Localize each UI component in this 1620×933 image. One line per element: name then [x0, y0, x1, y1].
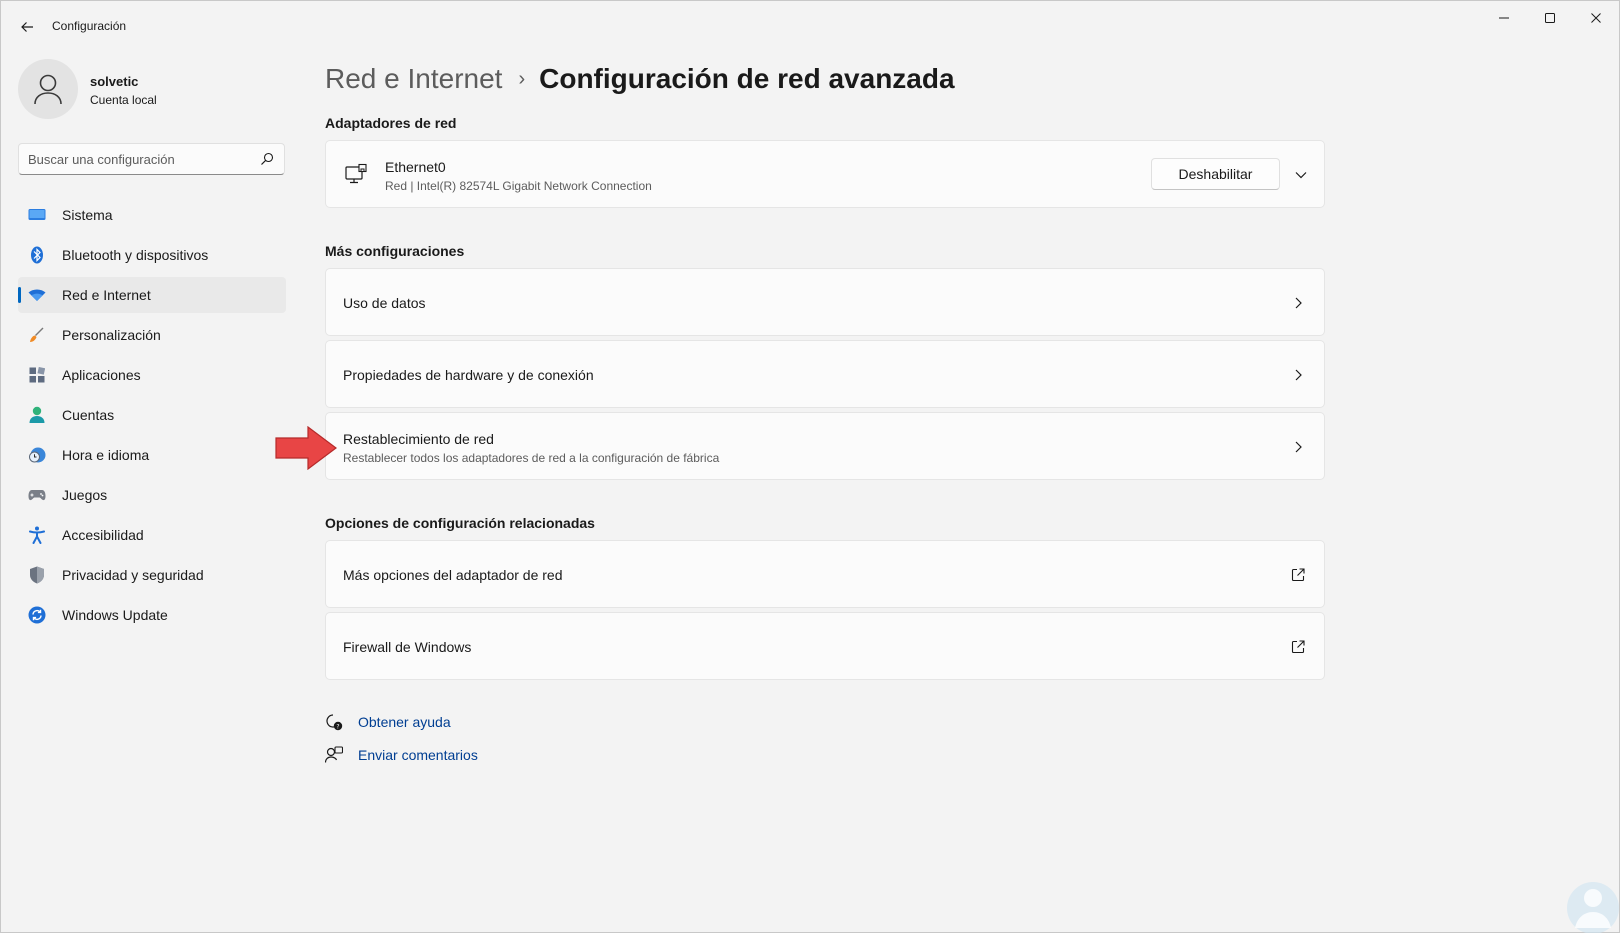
send-feedback-link[interactable]: Enviar comentarios: [358, 747, 478, 763]
row-subtitle: Restablecer todos los adaptadores de red…: [343, 451, 720, 465]
sidebar-item-windows-update[interactable]: Windows Update: [18, 597, 286, 633]
avatar[interactable]: [18, 59, 78, 119]
account-type: Cuenta local: [90, 93, 157, 107]
watermark-logo-icon: [1567, 882, 1619, 933]
svg-text:?: ?: [336, 724, 339, 731]
search-input[interactable]: [28, 144, 248, 174]
breadcrumb-chevron-icon: ›: [518, 67, 526, 90]
close-icon: [1591, 13, 1601, 23]
adapter-card-ethernet0[interactable]: Ethernet0 Red | Intel(R) 82574L Gigabit …: [325, 140, 1325, 208]
title-bar: Configuración: [1, 1, 1619, 51]
restablecimiento-de-red-row[interactable]: Restablecimiento de red Restablecer todo…: [325, 412, 1325, 480]
gamepad-icon: [28, 486, 46, 504]
person-icon: [28, 406, 46, 424]
user-name: solvetic: [90, 74, 139, 89]
row-title: Restablecimiento de red: [343, 431, 494, 447]
external-link-icon: [1290, 567, 1306, 583]
sidebar-item-label: Personalización: [62, 327, 161, 343]
propiedades-hardware-row[interactable]: Propiedades de hardware y de conexión: [325, 340, 1325, 408]
bluetooth-icon: [28, 246, 46, 264]
sidebar-item-label: Red e Internet: [62, 287, 151, 303]
firewall-de-windows-row[interactable]: Firewall de Windows: [325, 612, 1325, 680]
accessibility-icon: [28, 526, 46, 544]
sidebar-item-label: Sistema: [62, 207, 113, 223]
update-icon: [28, 606, 46, 624]
maximize-button[interactable]: [1527, 1, 1573, 35]
annotation-arrow-icon: [275, 426, 337, 470]
sidebar-item-sistema[interactable]: Sistema: [18, 197, 286, 233]
sidebar-item-label: Accesibilidad: [62, 527, 144, 543]
sidebar-item-privacidad[interactable]: Privacidad y seguridad: [18, 557, 286, 593]
row-title: Firewall de Windows: [343, 639, 472, 655]
search-icon[interactable]: [260, 152, 274, 166]
adapter-description: Red | Intel(R) 82574L Gigabit Network Co…: [385, 179, 652, 193]
wifi-icon: [28, 286, 46, 304]
mas-opciones-adaptador-row[interactable]: Más opciones del adaptador de red: [325, 540, 1325, 608]
uso-de-datos-row[interactable]: Uso de datos: [325, 268, 1325, 336]
sidebar-item-personalizacion[interactable]: Personalización: [18, 317, 286, 353]
help-chat-icon: ?: [325, 713, 343, 731]
close-button[interactable]: [1573, 1, 1619, 35]
sidebar-item-aplicaciones[interactable]: Aplicaciones: [18, 357, 286, 393]
row-title: Uso de datos: [343, 295, 426, 311]
sidebar-item-bluetooth[interactable]: Bluetooth y dispositivos: [18, 237, 286, 273]
row-title: Propiedades de hardware y de conexión: [343, 367, 594, 383]
sidebar-item-hora-e-idioma[interactable]: Hora e idioma: [18, 437, 286, 473]
chevron-down-icon[interactable]: [1292, 166, 1310, 184]
brush-icon: [28, 326, 46, 344]
breadcrumb: Red e Internet › Configuración de red av…: [325, 59, 955, 99]
external-link-icon: [1290, 639, 1306, 655]
sidebar-item-label: Juegos: [62, 487, 108, 503]
feedback-row: Enviar comentarios: [325, 744, 478, 766]
sidebar-item-red-e-internet[interactable]: Red e Internet: [18, 277, 286, 313]
app-title: Configuración: [52, 19, 127, 33]
back-arrow-icon: [21, 22, 33, 32]
section-title-opciones-relacionadas: Opciones de configuración relacionadas: [325, 515, 595, 531]
chevron-right-icon: [1290, 367, 1306, 383]
minimize-icon: [1499, 17, 1509, 19]
adapter-name: Ethernet0: [385, 159, 446, 175]
feedback-icon: [325, 746, 343, 764]
person-icon: [34, 74, 62, 105]
breadcrumb-parent-link[interactable]: Red e Internet: [325, 63, 502, 95]
row-title: Más opciones del adaptador de red: [343, 567, 563, 583]
chevron-right-icon: [1290, 295, 1306, 311]
minimize-button[interactable]: [1481, 1, 1527, 35]
search-box: [18, 143, 285, 175]
page-title: Configuración de red avanzada: [539, 63, 955, 94]
sidebar-item-accesibilidad[interactable]: Accesibilidad: [18, 517, 286, 553]
sidebar-item-label: Cuentas: [62, 407, 115, 423]
ethernet-icon: [345, 163, 367, 184]
apps-icon: [28, 366, 46, 384]
sidebar-item-label: Hora e idioma: [62, 447, 150, 463]
sidebar-item-label: Privacidad y seguridad: [62, 567, 204, 583]
chevron-right-icon: [1290, 439, 1306, 455]
clock-globe-icon: [28, 446, 46, 464]
shield-icon: [28, 566, 46, 584]
monitor-icon: [28, 206, 46, 224]
section-title-adaptadores: Adaptadores de red: [325, 115, 457, 131]
back-button[interactable]: [13, 13, 41, 41]
sidebar-item-juegos[interactable]: Juegos: [18, 477, 286, 513]
disable-adapter-button[interactable]: Deshabilitar: [1151, 158, 1280, 190]
get-help-row: ? Obtener ayuda: [325, 711, 451, 733]
sidebar-item-label: Windows Update: [62, 607, 168, 623]
sidebar-item-label: Aplicaciones: [62, 367, 141, 383]
sidebar-item-cuentas[interactable]: Cuentas: [18, 397, 286, 433]
maximize-icon: [1545, 13, 1555, 23]
settings-window: Configuración solvetic Cuenta local Busc…: [0, 0, 1620, 933]
sidebar-nav: Sistema Bluetooth y dispositivos Red e I…: [18, 197, 286, 637]
section-title-mas-configuraciones: Más configuraciones: [325, 243, 465, 259]
sidebar-item-label: Bluetooth y dispositivos: [62, 247, 209, 263]
get-help-link[interactable]: Obtener ayuda: [358, 714, 451, 730]
